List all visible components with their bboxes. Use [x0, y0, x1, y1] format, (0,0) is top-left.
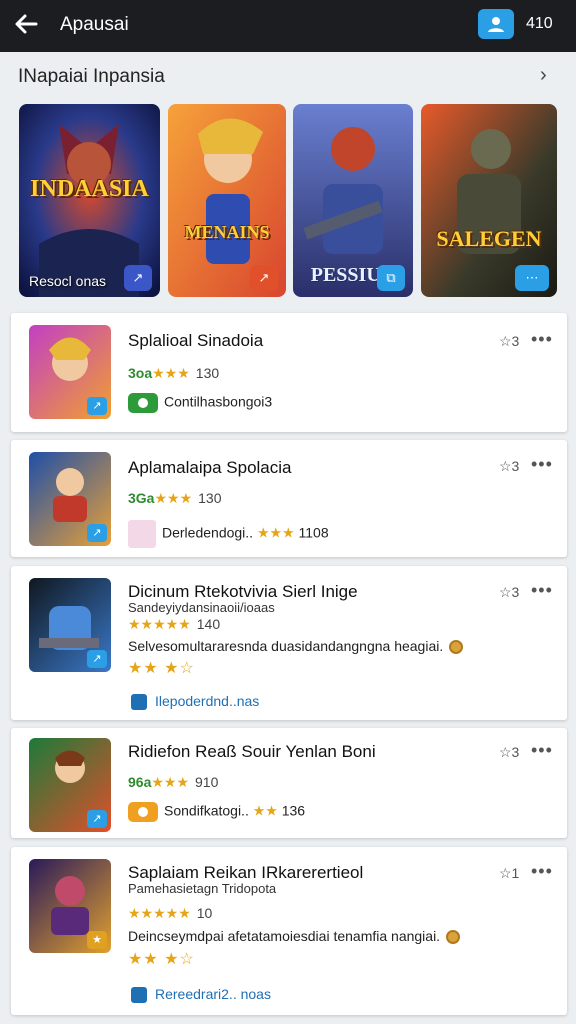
- app-bar-title: Apausai: [60, 14, 129, 35]
- more-options-icon[interactable]: •••: [531, 861, 553, 882]
- wishlist-count[interactable]: ☆1: [499, 865, 519, 882]
- featured-caption: Resocl onas: [29, 273, 107, 289]
- featured-banner-4[interactable]: SALEGEN ⋯: [421, 104, 557, 297]
- app-name: Aplamalaipa Spolacia: [128, 458, 292, 477]
- user-icon[interactable]: [478, 9, 514, 39]
- arrow-left-icon[interactable]: [12, 10, 42, 40]
- share-icon[interactable]: ★: [87, 931, 107, 949]
- app-name: Saplaiam Reikan IRkarerertieol: [128, 863, 364, 882]
- star-icon: ★★ ★☆: [128, 660, 195, 677]
- app-name: Ridiefon Reaß Souir Yenlan Boni: [128, 742, 376, 761]
- app-name: Dicinum Rtekotvivia Sierl Inige: [128, 582, 358, 601]
- star-icon: ★★★★★: [128, 905, 191, 921]
- app-thumbnail: ↗: [29, 578, 111, 672]
- rating-value: 10: [196, 905, 213, 921]
- rating-value: 910: [195, 774, 219, 790]
- app-rating: ★★★★★ 140: [128, 616, 220, 633]
- featured-banner-2[interactable]: MENAINS ↗: [168, 104, 286, 297]
- more-options-icon[interactable]: •••: [531, 740, 553, 761]
- info-count: 136: [281, 802, 306, 819]
- share-icon[interactable]: ↗: [87, 397, 107, 415]
- share-icon[interactable]: ↗: [250, 265, 278, 291]
- app-list-item[interactable]: ↗ Ridiefon Reaß Souir Yenlan Boni 96a★★★…: [11, 728, 567, 838]
- more-options-icon[interactable]: •••: [531, 329, 553, 350]
- app-rating: ★★★★★ 10: [128, 905, 212, 922]
- link-text: Rereedrari2.. noas: [155, 986, 271, 1002]
- share-icon[interactable]: ⋯: [515, 265, 549, 291]
- featured-banner-3[interactable]: PESSIUN ⧉: [293, 104, 413, 297]
- star-icon: ★★ ★☆: [128, 951, 195, 968]
- rating-value: 130: [195, 365, 220, 381]
- share-icon[interactable]: ↗: [124, 265, 152, 291]
- star-icon: ★★★: [256, 524, 295, 541]
- app-info: Sondifkatogi.. ★★ 136: [128, 802, 305, 822]
- avatar: [128, 520, 156, 548]
- rating-label: 3Ga: [128, 490, 155, 506]
- wishlist-count[interactable]: ☆3: [499, 458, 519, 475]
- section-title: INapaiai Inpansia: [18, 66, 165, 87]
- more-options-icon[interactable]: •••: [531, 580, 553, 601]
- description-text: Selvesomultararesnda duasidandangngna he…: [128, 638, 444, 654]
- app-list-item[interactable]: ★ Saplaiam Reikan IRkarerertieol Pamehas…: [11, 847, 567, 1015]
- star-icon: ★★★: [154, 490, 193, 506]
- app-rating: 3oa★★★ 130: [128, 365, 219, 382]
- share-icon[interactable]: ↗: [87, 810, 107, 828]
- app-description: Deincseymdpai afetatamoiesdiai tenamfia …: [128, 928, 461, 945]
- notification-count: 410: [526, 15, 553, 32]
- coin-icon: [449, 640, 464, 655]
- star-icon: ★★★: [151, 774, 190, 790]
- app-list-item[interactable]: ↗ Dicinum Rtekotvivia Sierl Inige Sandey…: [11, 566, 567, 720]
- share-icon[interactable]: ⧉: [377, 265, 405, 291]
- status-chip: [128, 802, 158, 822]
- info-text: Contilhasbongoi3: [164, 393, 273, 410]
- status-chip: [128, 393, 158, 413]
- link-text: Ilepoderdnd..nas: [155, 693, 260, 709]
- info-count: 1108: [298, 524, 329, 541]
- app-name: Splalioal Sinadoia: [128, 331, 264, 350]
- wishlist-count[interactable]: ☆3: [499, 584, 519, 601]
- app-rating: 3Ga★★★ 130: [128, 490, 221, 507]
- info-text: Derledendogi..: [162, 524, 254, 541]
- more-options-icon[interactable]: •••: [531, 454, 553, 475]
- featured-logo: MENAINS: [184, 222, 270, 242]
- document-icon: [131, 987, 147, 1004]
- rating-label: 96a: [128, 774, 152, 790]
- share-icon[interactable]: ↗: [87, 524, 107, 542]
- description-text: Deincseymdpai afetatamoiesdiai tenamfia …: [128, 928, 441, 944]
- app-thumbnail: ↗: [29, 325, 111, 419]
- share-icon[interactable]: ↗: [87, 650, 107, 668]
- app-rating: 96a★★★ 910: [128, 774, 218, 791]
- app-subtitle: Sandeyiydansinaoii/ioaas: [128, 600, 275, 615]
- app-list-item[interactable]: ↗ Splalioal Sinadoia 3oa★★★ 130 Contilhas…: [11, 313, 567, 432]
- chevron-right-icon[interactable]: ›: [540, 64, 547, 87]
- app-info: Derledendogi.. ★★★ 1108: [128, 520, 329, 548]
- featured-banner-1[interactable]: INDAASIA Resocl onas ↗: [19, 104, 160, 297]
- featured-logo: SALEGEN: [436, 226, 542, 251]
- rating-value: 140: [196, 616, 221, 632]
- top-app-bar: Apausai 410: [0, 0, 576, 52]
- app-thumbnail: ↗: [29, 738, 111, 832]
- star-icon: ★★★★★: [128, 616, 191, 632]
- app-thumbnail: ★: [29, 859, 111, 953]
- details-link[interactable]: Ilepoderdnd..nas: [131, 693, 260, 711]
- document-icon: [131, 694, 147, 711]
- app-subtitle: Pamehasietagn Tridopota: [128, 881, 277, 896]
- rating-label: 3oa: [128, 365, 153, 381]
- star-icon: ★★: [252, 802, 278, 819]
- coin-icon: [446, 930, 461, 945]
- wishlist-count[interactable]: ☆3: [499, 333, 519, 350]
- app-info: Contilhasbongoi3: [128, 393, 272, 413]
- details-link[interactable]: Rereedrari2.. noas: [131, 986, 271, 1004]
- rating-value: 130: [198, 490, 222, 506]
- wishlist-count[interactable]: ☆3: [499, 744, 519, 761]
- app-list-item[interactable]: ↗ Aplamalaipa Spolacia 3Ga★★★ 130 Derlede…: [11, 440, 567, 557]
- featured-logo: INDAASIA: [30, 176, 149, 202]
- app-description: Selvesomultararesnda duasidandangngna he…: [128, 638, 464, 655]
- info-text: Sondifkatogi..: [164, 802, 249, 819]
- app-thumbnail: ↗: [29, 452, 111, 546]
- star-icon: ★★★: [152, 365, 190, 381]
